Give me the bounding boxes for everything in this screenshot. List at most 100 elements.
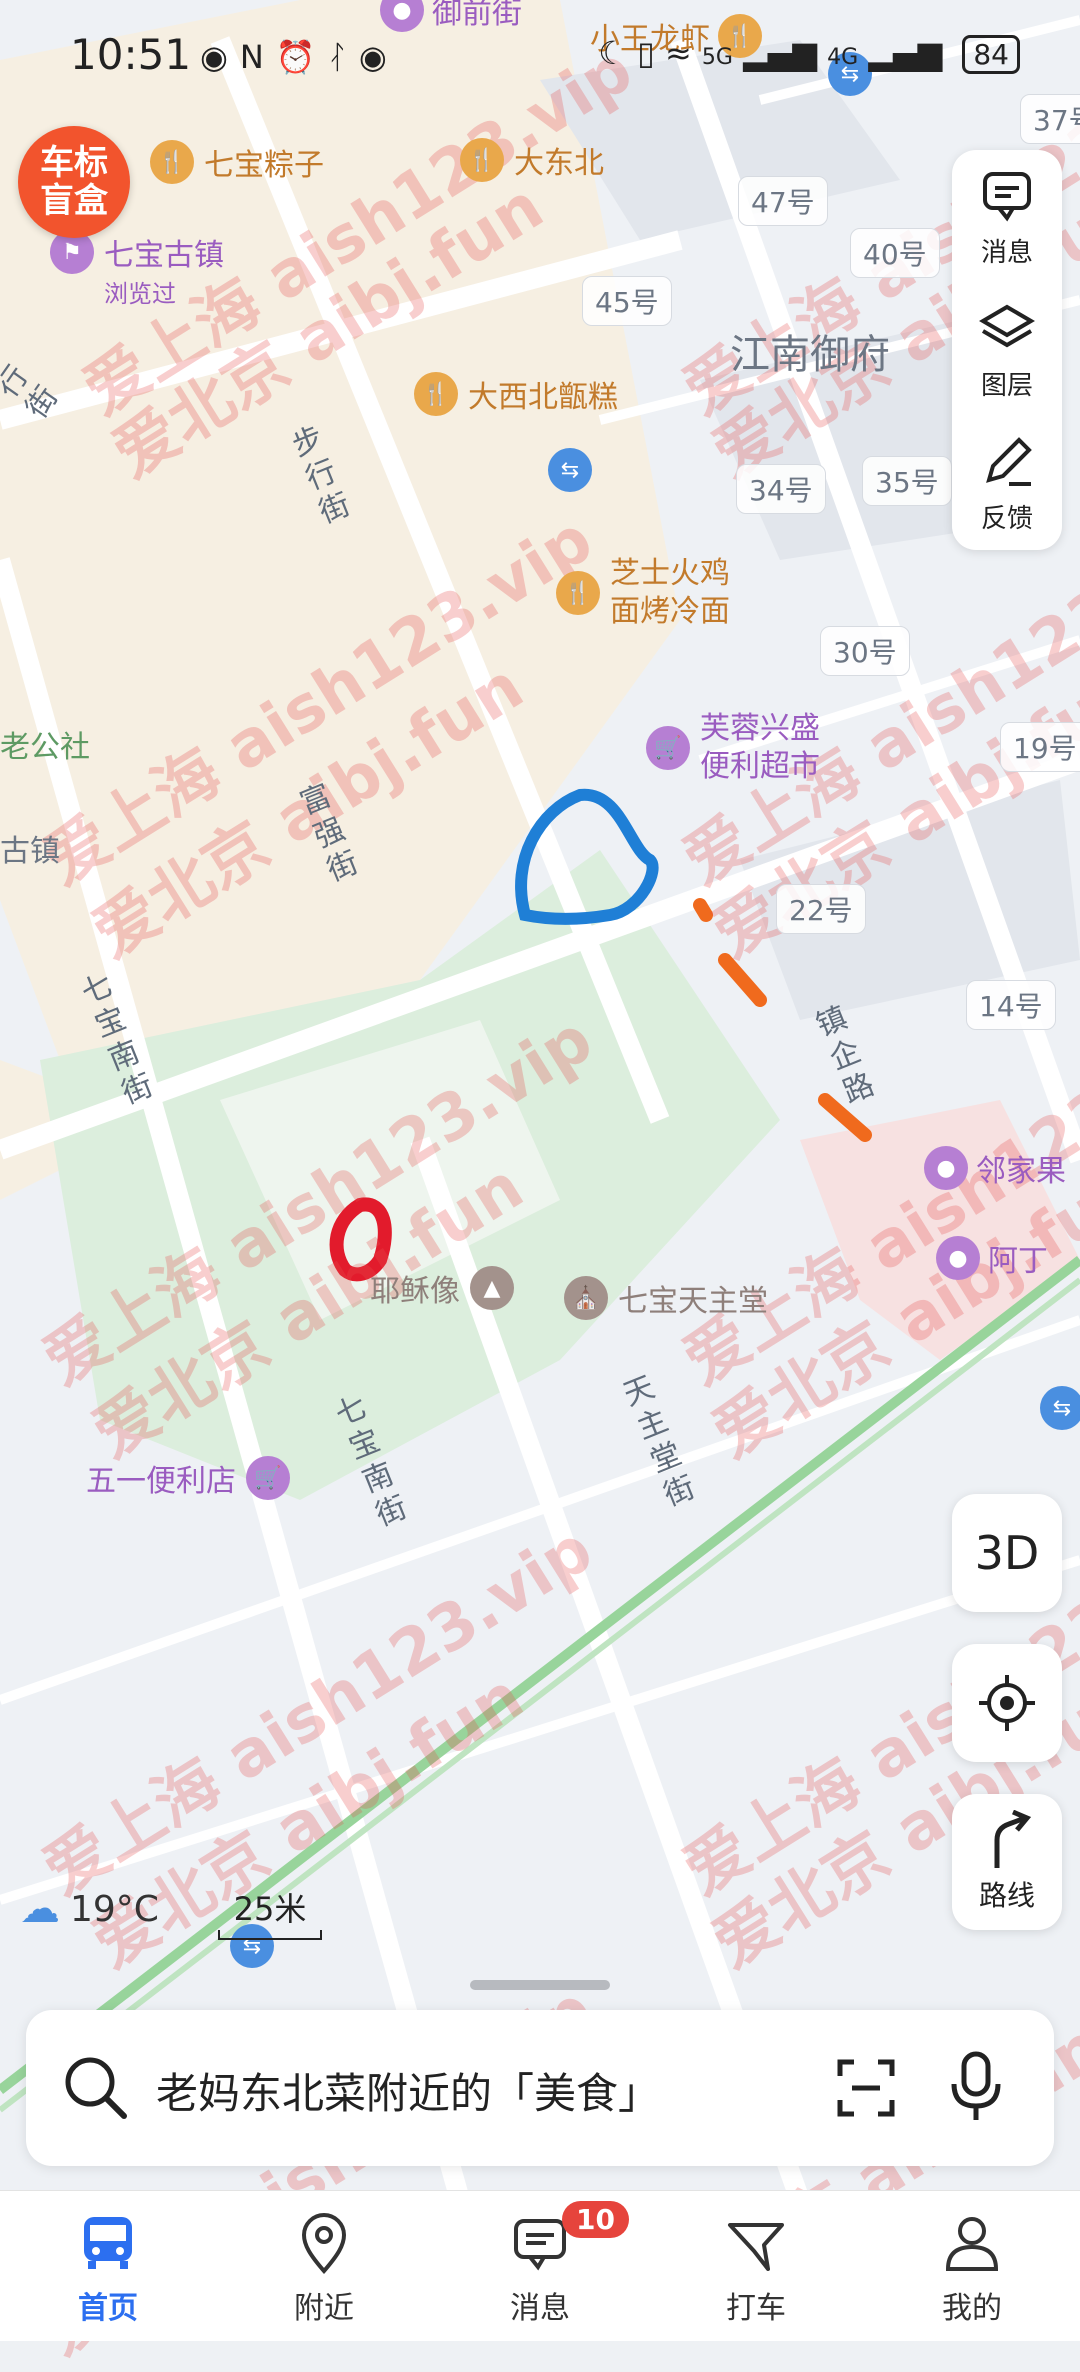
eye-icon: ◉ [200, 38, 240, 76]
route-button[interactable]: 路线 [952, 1794, 1062, 1930]
house-number: 34号 [736, 464, 826, 514]
clock: 10:51 [70, 30, 192, 79]
layers-button[interactable]: 图层 [952, 283, 1062, 416]
message-button[interactable]: 消息 [952, 150, 1062, 283]
nav-messages[interactable]: 消息 10 [480, 2201, 629, 2327]
3d-toggle-button[interactable]: 3D [952, 1494, 1062, 1612]
message-label: 消息 [980, 238, 1033, 268]
signal-icon: ▂▄▆ [743, 34, 817, 72]
poi-label[interactable]: 芙蓉兴盛便利超市 [700, 710, 840, 786]
nav-label: 消息 [510, 2291, 570, 2326]
location-icon: ◉ [358, 38, 399, 76]
poi-label[interactable]: 五一便利店 [86, 1456, 236, 1500]
statue-icon[interactable]: ▲ [470, 1266, 514, 1310]
status-bar: 10:51 ◉N⏰ᛮ◉ ☾ ▯ ≈ 5G ▂▄▆ 4G ▂▄▆ 84 [0, 0, 1080, 110]
poi-label[interactable]: 大西北甑糕 [468, 372, 618, 416]
bus-icon [84, 2217, 132, 2269]
temperature: 19°C [70, 1888, 159, 1930]
house-number: 35号 [862, 456, 952, 506]
route-label: 路线 [978, 1879, 1035, 1912]
house-number: 14号 [966, 980, 1056, 1030]
nav-label: 我的 [942, 2291, 1002, 2326]
house-number: 30号 [820, 626, 910, 676]
vibrate-icon: ▯ [637, 34, 655, 72]
microphone-icon[interactable] [946, 2050, 1006, 2124]
house-number: 19号 [1000, 722, 1080, 772]
status-icons: ◉N⏰ᛮ◉ [200, 38, 399, 76]
signal-icon: ▂▄▆ [868, 34, 943, 72]
nav-label: 首页 [78, 2291, 138, 2326]
poi-label[interactable]: 阿丁 [988, 1236, 1048, 1280]
nav-nearby[interactable]: 附近 [264, 2211, 384, 2327]
bus-stop-icon[interactable]: ⇆ [548, 448, 592, 492]
network-label: 5G [701, 45, 733, 70]
wifi-icon: ≈ [664, 34, 692, 72]
nfc-icon: N [239, 38, 276, 76]
route-arrow-icon [994, 1810, 1032, 1868]
bottom-nav: 首页 附近 消息 10 打车 我的 [0, 2190, 1080, 2341]
poi-label[interactable]: 芝士火鸡面烤冷面 [610, 555, 750, 631]
rain-cloud-icon: ☁ [20, 1886, 60, 1932]
poi-label[interactable]: 七宝粽子 [204, 140, 324, 184]
restaurant-icon[interactable]: 🍴 [556, 571, 600, 615]
poi-label[interactable]: 七宝古镇 [104, 230, 224, 274]
network-label: 4G [827, 45, 859, 70]
user-icon [945, 2217, 999, 2271]
scale-label: 25米 [233, 1890, 307, 1928]
visited-note: 浏览过 [104, 280, 176, 308]
bluetooth-icon: ᛮ [327, 38, 359, 76]
3d-label: 3D [974, 1526, 1040, 1580]
poi-label[interactable]: 七宝天主堂 [618, 1276, 768, 1320]
area-label: 老公社 [0, 730, 90, 765]
promo-badge[interactable]: 车标盲盒 [18, 126, 130, 238]
area-label: 江南御府 [730, 332, 890, 378]
nav-taxi[interactable]: 打车 [696, 2211, 816, 2327]
scan-icon[interactable] [834, 2056, 898, 2120]
nav-label: 打车 [726, 2291, 786, 2326]
nav-profile[interactable]: 我的 [912, 2211, 1032, 2327]
restaurant-icon[interactable]: 🍴 [460, 138, 504, 182]
taxi-flag-icon [728, 2223, 784, 2271]
weather-widget[interactable]: ☁ 19°C [20, 1886, 159, 1932]
poi-label[interactable]: 邻家果 [976, 1146, 1066, 1190]
status-right: ☾ ▯ ≈ 5G ▂▄▆ 4G ▂▄▆ 84 [598, 34, 1020, 74]
layers-label: 图层 [980, 371, 1033, 401]
bus-stop-icon[interactable]: ⇆ [1040, 1386, 1080, 1430]
store-icon[interactable]: 🛒 [646, 726, 690, 770]
scale-bar [218, 1930, 322, 1940]
store-icon[interactable]: 🛒 [246, 1456, 290, 1500]
message-icon [983, 172, 1031, 222]
feedback-label: 反馈 [980, 504, 1033, 534]
search-bar[interactable]: 老妈东北菜附近的「美食」 [26, 2010, 1054, 2166]
house-number: 45号 [582, 276, 672, 326]
locate-button[interactable] [952, 1644, 1062, 1762]
location-pin-icon [301, 2213, 347, 2275]
sheet-drag-handle[interactable] [470, 1980, 610, 1990]
promo-text: 车标盲盒 [40, 143, 108, 221]
poi-label[interactable]: 耶稣像 [370, 1266, 460, 1310]
shop-icon[interactable]: ● [924, 1146, 968, 1190]
search-icon [65, 2057, 127, 2119]
house-number: 47号 [738, 176, 828, 226]
crosshair-icon [979, 1675, 1035, 1731]
unread-badge: 10 [562, 2201, 629, 2238]
poi-label[interactable]: 大东北 [514, 138, 604, 182]
house-number: 22号 [776, 884, 866, 934]
battery-indicator: 84 [962, 35, 1020, 74]
map-tools-panel: 消息 图层 反馈 [952, 150, 1062, 550]
layers-icon [979, 304, 1035, 348]
nav-home[interactable]: 首页 [48, 2211, 168, 2327]
search-input[interactable]: 老妈东北菜附近的「美食」 [156, 2060, 660, 2121]
shop-icon[interactable]: ● [936, 1236, 980, 1280]
restaurant-icon[interactable]: 🍴 [150, 140, 194, 184]
moon-icon: ☾ [598, 34, 627, 72]
feedback-icon [986, 437, 1032, 486]
church-icon[interactable]: ⛪ [564, 1276, 608, 1320]
house-number: 40号 [850, 228, 940, 278]
nav-label: 附近 [294, 2291, 354, 2326]
area-label: 古镇 [0, 834, 60, 869]
restaurant-icon[interactable]: 🍴 [414, 372, 458, 416]
annotation-orange-dash-1 [693, 898, 713, 922]
feedback-button[interactable]: 反馈 [952, 416, 1062, 549]
alarm-icon: ⏰ [275, 38, 328, 76]
